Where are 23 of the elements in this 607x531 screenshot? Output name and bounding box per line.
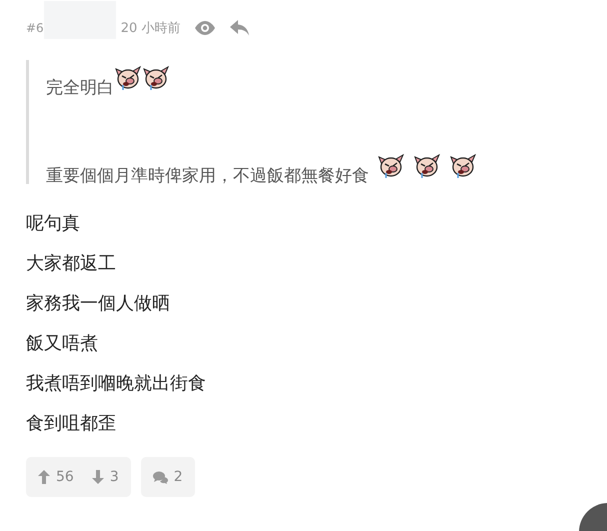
quote-text: 完全明白: [46, 77, 114, 100]
post-time: 20 小時前: [120, 20, 180, 37]
pig-face-icon: [142, 66, 170, 92]
post-text: 大家都返工: [26, 254, 117, 276]
post-text: 我煮唔到嗰晚就出街食: [26, 374, 207, 396]
pig-face-icon: [114, 66, 142, 92]
post-text: 家務我一個人做晒: [26, 294, 171, 316]
downvote-icon[interactable]: [92, 470, 104, 484]
pig-face-icon: [449, 154, 477, 180]
quote-text: 重要個個月準時俾家用，不過飯都無餐好食: [46, 165, 369, 188]
downvote-count: 3: [110, 469, 119, 485]
comments-button[interactable]: 2: [140, 457, 195, 497]
upvote-icon[interactable]: [38, 470, 50, 484]
post-text: 食到咀都歪: [26, 414, 117, 436]
upvote-count: 56: [56, 469, 74, 485]
speech-bubbles-icon: [152, 470, 168, 484]
pig-face-icon: [377, 154, 405, 180]
eye-icon[interactable]: [194, 21, 216, 35]
post-text: 飯又唔煮: [26, 334, 99, 356]
pig-face-icon: [413, 154, 441, 180]
post-text: 呢句真: [26, 214, 81, 236]
post-number: #6: [26, 21, 44, 35]
reply-icon[interactable]: [230, 20, 250, 36]
